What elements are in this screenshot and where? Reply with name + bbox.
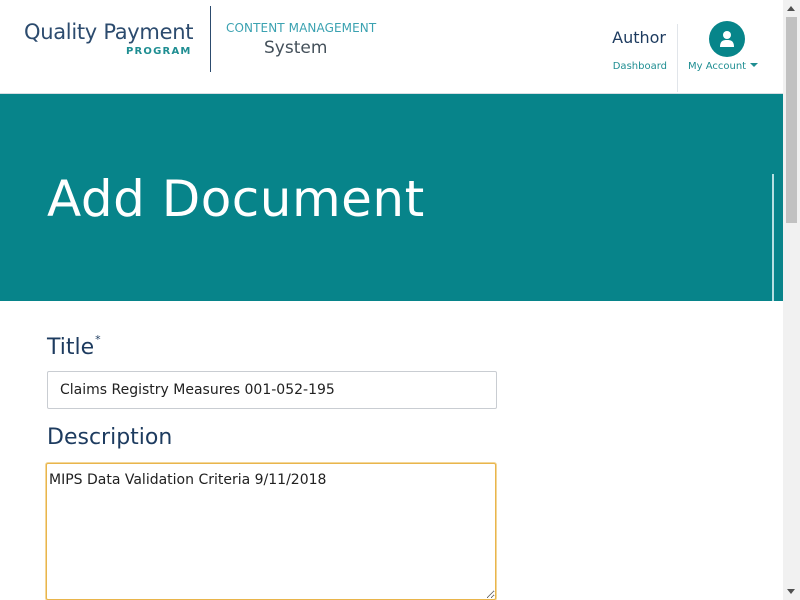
my-account-menu[interactable]: My Account: [688, 61, 759, 72]
dashboard-link[interactable]: Dashboard: [613, 61, 667, 72]
user-avatar-button[interactable]: [709, 21, 745, 57]
title-input[interactable]: [47, 371, 497, 409]
title-label: Title*: [47, 333, 101, 360]
user-icon: [720, 31, 734, 47]
title-label-text: Title: [47, 335, 95, 360]
chevron-down-icon: [750, 63, 759, 67]
qpp-logo-main: Quality Payment: [24, 20, 194, 44]
description-textarea[interactable]: MIPS Data Validation Criteria 9/11/2018: [46, 463, 496, 600]
cms-logo-top: CONTENT MANAGEMENT: [226, 21, 377, 35]
my-account-label: My Account: [688, 61, 747, 72]
cms-logo-bottom: System: [264, 38, 328, 58]
user-role: Author: [612, 28, 666, 47]
page-title: Add Document: [47, 170, 425, 228]
scrollbar-thumb[interactable]: [786, 17, 797, 223]
cms-logo: CONTENT MANAGEMENT System: [226, 21, 386, 58]
scroll-up-arrow-icon[interactable]: [787, 6, 795, 11]
scroll-down-arrow-icon[interactable]: [787, 589, 795, 594]
header-divider: [677, 24, 678, 92]
logo-divider: [210, 6, 211, 72]
required-mark: *: [95, 333, 101, 346]
description-label: Description: [47, 425, 173, 450]
qpp-logo[interactable]: Quality Payment PROGRAM: [24, 18, 194, 57]
page-scrollbar[interactable]: [783, 0, 800, 600]
banner-edge-line: [772, 174, 774, 301]
site-header: Quality Payment PROGRAM CONTENT MANAGEME…: [0, 0, 783, 94]
page-banner: Add Document: [0, 94, 783, 301]
page: Quality Payment PROGRAM CONTENT MANAGEME…: [0, 0, 800, 600]
qpp-logo-sub: PROGRAM: [126, 46, 192, 57]
